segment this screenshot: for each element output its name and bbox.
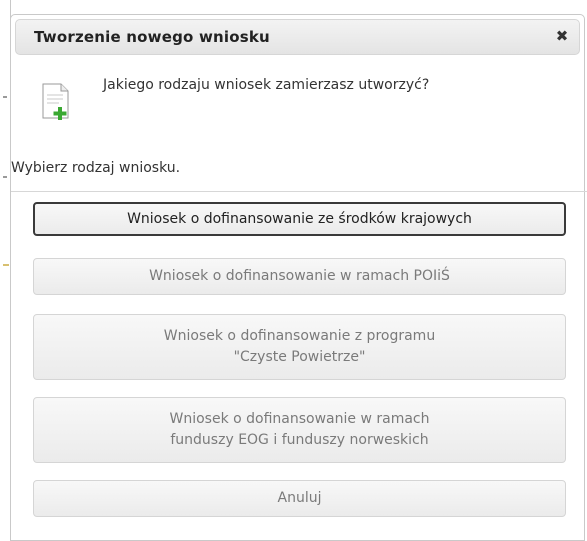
button-label: Wniosek o dofinansowanie w ramach POIiŚ — [149, 268, 450, 284]
document-add-icon — [42, 83, 69, 120]
dialog-instruction: Wybierz rodzaj wniosku. — [11, 160, 181, 176]
button-label: Wniosek o dofinansowanie z programu — [163, 328, 436, 344]
clean-air-application-button[interactable]: Wniosek o dofinansowanie z programu "Czy… — [33, 314, 566, 380]
background-mark — [3, 264, 9, 266]
button-label-line2: funduszy EOG i funduszy norweskich — [170, 432, 429, 448]
cancel-button[interactable]: Anuluj — [33, 480, 566, 517]
divider — [11, 191, 587, 192]
button-label: Wniosek o dofinansowanie w ramach — [169, 411, 430, 427]
eog-norway-application-button[interactable]: Wniosek o dofinansowanie w ramach fundus… — [33, 397, 566, 463]
new-application-dialog: Tworzenie nowego wniosku ✖ Jakiego rodza… — [10, 14, 587, 541]
button-label: Anuluj — [277, 490, 322, 506]
button-label-line2: "Czyste Powietrze" — [233, 349, 366, 365]
dialog-question: Jakiego rodzaju wniosek zamierzasz utwor… — [103, 77, 430, 93]
dialog-title: Tworzenie nowego wniosku — [34, 28, 270, 46]
close-icon[interactable]: ✖ — [553, 27, 571, 45]
page: Tworzenie nowego wniosku ✖ Jakiego rodza… — [0, 0, 587, 541]
national-funds-application-button[interactable]: Wniosek o dofinansowanie ze środków kraj… — [33, 202, 566, 236]
dialog-titlebar: Tworzenie nowego wniosku ✖ — [15, 19, 580, 55]
background-mark — [3, 96, 7, 98]
button-label: Wniosek o dofinansowanie ze środków kraj… — [127, 210, 472, 227]
background-mark — [3, 176, 7, 178]
poiis-application-button[interactable]: Wniosek o dofinansowanie w ramach POIiŚ — [33, 258, 566, 295]
